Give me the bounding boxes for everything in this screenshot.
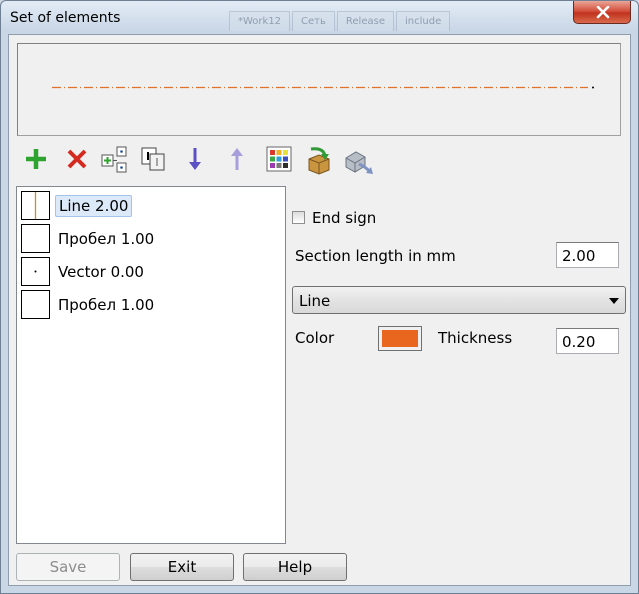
import-icon (308, 147, 330, 175)
thickness-input[interactable]: 0.20 (556, 328, 619, 354)
move-down-icon (189, 148, 201, 170)
import-button[interactable] (303, 143, 333, 175)
delete-button[interactable] (62, 143, 92, 175)
list-item-label: Пробел 1.00 (58, 296, 155, 314)
move-down-button[interactable] (183, 143, 213, 175)
list-item-label: Line 2.00 (55, 195, 133, 217)
element-thumbnail (21, 191, 50, 220)
element-thumbnail (21, 224, 50, 253)
background-tab: *Work12 (229, 11, 291, 31)
dialog-client-area: Line 2.00 Пробел 1.00 Vector 0.00 Пробел… (8, 34, 631, 586)
palette-icon (266, 146, 292, 172)
section-length-input[interactable]: 2.00 (556, 242, 619, 268)
type-select-value: Line (299, 292, 331, 310)
list-item[interactable]: Пробел 1.00 (21, 223, 281, 254)
end-sign-label: End sign (312, 209, 377, 227)
exit-button[interactable]: Exit (130, 553, 234, 581)
list-item-label: Vector 0.00 (58, 263, 144, 281)
insert-icon (101, 146, 127, 173)
element-thumbnail (21, 290, 50, 319)
background-tab: Release (336, 11, 394, 31)
move-up-button[interactable] (225, 143, 255, 175)
title-bar[interactable]: Set of elements *Work12 Сеть Release includ… (1, 1, 638, 35)
preview-pattern (52, 86, 594, 89)
color-swatch[interactable] (378, 326, 422, 351)
dialog-window: Set of elements *Work12 Сеть Release includ… (0, 0, 639, 594)
list-item-label: Пробел 1.00 (58, 230, 155, 248)
list-item[interactable]: Vector 0.00 (21, 256, 281, 287)
add-button[interactable] (21, 143, 51, 175)
close-icon (596, 6, 610, 19)
delete-icon (67, 149, 87, 169)
end-sign-checkbox[interactable] (292, 211, 305, 224)
element-thumbnail (21, 257, 50, 286)
export-icon (345, 151, 373, 174)
section-length-label: Section length in mm (295, 247, 456, 265)
vector-element-icon (34, 270, 37, 273)
line-element-icon (34, 192, 37, 219)
background-tab: Сеть (292, 11, 335, 31)
insert-button[interactable] (99, 143, 129, 175)
window-title: Set of elements (10, 10, 121, 26)
list-item[interactable]: Пробел 1.00 (21, 289, 281, 320)
color-swatch-fill (382, 330, 418, 347)
palette-button[interactable] (264, 143, 294, 175)
chevron-down-icon (609, 298, 619, 304)
add-icon (26, 149, 46, 169)
color-label: Color (295, 329, 335, 347)
copy-button[interactable] (138, 143, 168, 175)
thickness-label: Thickness (438, 329, 513, 347)
background-tab: include (395, 11, 451, 31)
close-button[interactable] (573, 1, 631, 24)
line-preview (17, 43, 621, 136)
move-up-icon (231, 148, 243, 170)
save-button[interactable]: Save (16, 553, 120, 581)
elements-list[interactable]: Line 2.00 Пробел 1.00 Vector 0.00 Пробел… (16, 186, 286, 544)
help-button[interactable]: Help (243, 553, 347, 581)
background-tabs: *Work12 Сеть Release include (229, 11, 452, 33)
export-button[interactable] (341, 143, 373, 175)
list-item[interactable]: Line 2.00 (21, 190, 281, 221)
copy-icon (141, 147, 165, 171)
type-select[interactable]: Line (292, 286, 626, 314)
